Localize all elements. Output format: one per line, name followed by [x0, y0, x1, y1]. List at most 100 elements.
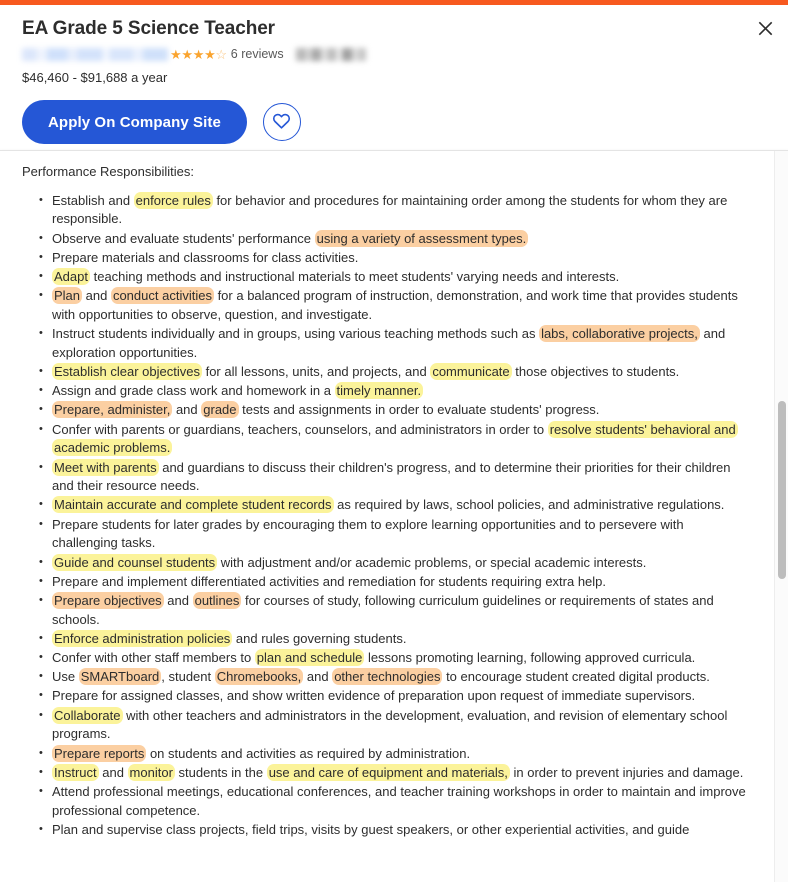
responsibility-item: Plan and supervise class projects, field… [39, 820, 762, 840]
highlight-orange: Prepare, administer, [52, 401, 173, 419]
responsibility-item: Instruct students individually and in gr… [39, 324, 762, 362]
body-text: Prepare for assigned classes, and show w… [52, 688, 696, 704]
job-header: EA Grade 5 Science Teacher ★★★★☆ 6 revie… [0, 5, 788, 144]
highlight-orange: outlines [192, 591, 242, 609]
responsibility-item: Attend professional meetings, educationa… [39, 782, 762, 820]
highlight-yellow: Adapt [52, 268, 90, 286]
heart-icon [272, 112, 291, 132]
salary-range: $46,460 - $91,688 a year [22, 70, 168, 85]
action-row: Apply On Company Site [22, 100, 768, 144]
responsibility-item: Prepare and implement differentiated act… [39, 572, 762, 592]
highlight-yellow: use and care of equipment and materials, [266, 763, 510, 781]
responsibility-item: Instruct and monitor students in the use… [39, 763, 762, 783]
save-job-button[interactable] [262, 103, 301, 141]
responsibility-item: Prepare reports on students and activiti… [39, 744, 762, 764]
highlight-yellow: Maintain accurate and complete student r… [52, 496, 334, 514]
highlight-yellow: Enforce administration policies [52, 629, 233, 647]
body-text: students in the [174, 764, 267, 780]
highlight-yellow: Meet with parents [52, 458, 159, 476]
highlight-yellow: timely manner. [334, 382, 424, 400]
highlight-orange: grade [201, 401, 239, 419]
highlight-yellow: Collaborate [52, 706, 123, 724]
responsibility-item: Maintain accurate and complete student r… [39, 495, 762, 515]
responsibility-item: Adapt teaching methods and instructional… [39, 267, 762, 287]
body-text: in order to prevent injuries and damage. [509, 764, 744, 780]
body-text: to encourage student created digital pro… [442, 669, 710, 685]
highlight-orange: other technologies [332, 668, 443, 686]
highlight-yellow: Instruct [52, 763, 99, 781]
body-text: Prepare and implement differentiated act… [52, 573, 607, 589]
responsibility-item: Prepare materials and classrooms for cla… [39, 248, 762, 268]
apply-on-company-site-button[interactable]: Apply On Company Site [22, 100, 247, 144]
responsibility-item: Assign and grade class work and homework… [39, 381, 762, 401]
highlight-yellow: enforce rules [133, 191, 213, 209]
body-text: and [303, 669, 333, 685]
highlight-orange: Chromebooks, [214, 668, 304, 686]
body-text: with adjustment and/or academic problems… [217, 554, 647, 570]
responsibility-item: Collaborate with other teachers and admi… [39, 706, 762, 744]
body-text: and [98, 764, 128, 780]
body-text: Observe and evaluate students' performan… [52, 230, 315, 246]
body-text: Confer with parents or guardians, teache… [52, 421, 548, 437]
body-text: tests and assignments in order to evalua… [238, 402, 600, 418]
highlight-orange: labs, collaborative projects, [539, 325, 700, 343]
body-text: Use [52, 669, 79, 685]
body-text: Attend professional meetings, educationa… [52, 784, 746, 818]
body-text: and rules governing students. [232, 630, 407, 646]
highlight-orange: using a variety of assessment types. [314, 229, 529, 247]
body-text: Establish and [52, 192, 134, 208]
company-rating-line: ★★★★☆ 6 reviews [22, 43, 768, 65]
body-text: Prepare students for later grades by enc… [52, 516, 684, 551]
body-text: and [163, 592, 193, 608]
stars-filled: ★★★★ [170, 46, 216, 62]
body-text: teaching methods and instructional mater… [89, 269, 620, 285]
highlight-orange: Plan [52, 287, 83, 305]
close-icon [758, 21, 773, 39]
location-redacted [295, 47, 366, 61]
responsibility-item: Confer with parents or guardians, teache… [39, 420, 762, 458]
responsibility-item: Confer with other staff members to plan … [39, 648, 762, 668]
description-scrollbar-thumb[interactable] [778, 401, 786, 579]
reviews-link[interactable]: 6 reviews [231, 47, 284, 61]
job-title: EA Grade 5 Science Teacher [22, 18, 275, 39]
responsibility-item: Use SMARTboard, student Chromebooks, and… [39, 667, 762, 687]
rating-stars: ★★★★☆ [170, 48, 227, 61]
highlight-yellow: monitor [127, 763, 175, 781]
body-text: Instruct students individually and in gr… [52, 326, 540, 342]
highlight-yellow: Guide and counsel students [52, 553, 218, 571]
body-text: lessons promoting learning, following ap… [364, 650, 696, 666]
body-text: , student [161, 669, 215, 685]
responsibility-item: Prepare, administer, and grade tests and… [39, 400, 762, 420]
company-name-redacted[interactable] [22, 47, 168, 61]
star-empty-icon: ☆ [215, 46, 227, 62]
body-text: as required by laws, school policies, an… [333, 497, 725, 513]
responsibility-item: Meet with parents and guardians to discu… [39, 458, 762, 496]
body-text: Plan and supervise class projects, field… [52, 821, 690, 837]
job-description-content: Performance Responsibilities: Establish … [0, 151, 788, 840]
responsibility-item: Establish and enforce rules for behavior… [39, 191, 762, 229]
highlight-orange: SMARTboard [78, 668, 162, 686]
responsibility-item: Plan and conduct activities for a balanc… [39, 286, 762, 324]
body-text: Assign and grade class work and homework… [52, 383, 335, 399]
body-text: with other teachers and administrators i… [52, 707, 728, 742]
body-text: those objectives to students. [511, 364, 680, 380]
responsibility-item: Guide and counsel students with adjustme… [39, 553, 762, 573]
body-text: Prepare materials and classrooms for cla… [52, 249, 359, 265]
job-description-panel: Performance Responsibilities: Establish … [0, 150, 788, 882]
highlight-yellow: Establish clear objectives [52, 363, 202, 381]
description-scrollbar-track[interactable] [774, 151, 788, 882]
highlight-orange: Prepare objectives [52, 591, 164, 609]
responsibility-item: Observe and evaluate students' performan… [39, 229, 762, 249]
close-button[interactable] [752, 17, 778, 43]
responsibility-item: Prepare students for later grades by enc… [39, 515, 762, 553]
body-text: on students and activities as required b… [146, 745, 471, 761]
responsibility-item: Establish clear objectives for all lesso… [39, 362, 762, 382]
responsibility-item: Enforce administration policies and rule… [39, 629, 762, 649]
highlight-orange: Prepare reports [52, 744, 147, 762]
highlight-yellow: communicate [430, 363, 512, 381]
responsibility-item: Prepare objectives and outlines for cour… [39, 591, 762, 629]
section-heading-performance-responsibilities: Performance Responsibilities: [22, 164, 194, 179]
highlight-yellow: plan and schedule [254, 649, 365, 667]
body-text: for all lessons, units, and projects, an… [201, 364, 431, 380]
body-text: and [172, 402, 202, 418]
